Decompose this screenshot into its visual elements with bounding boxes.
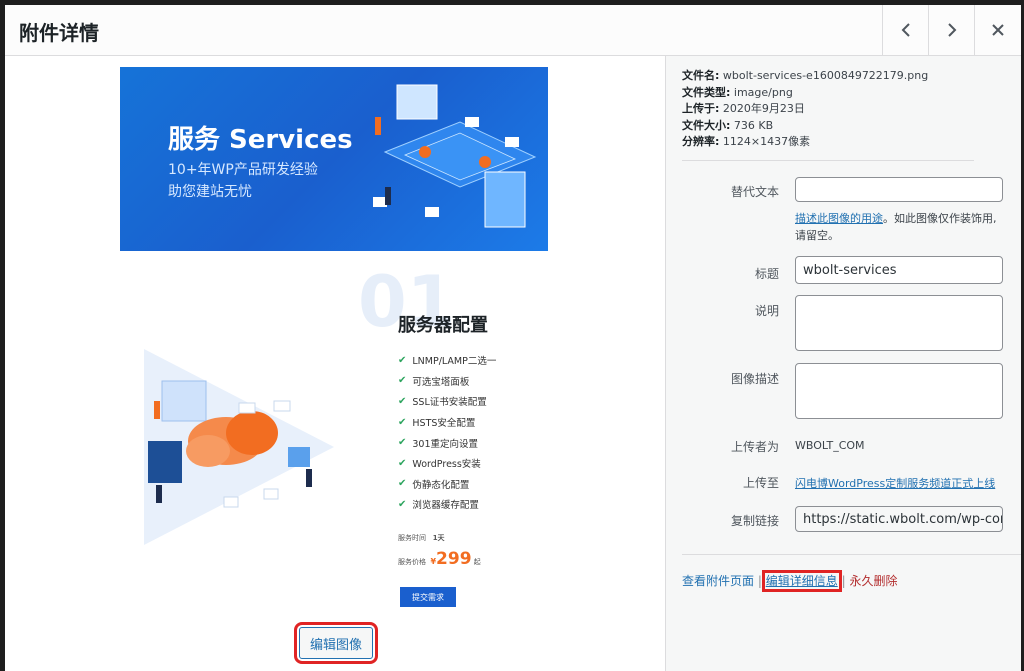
alt-text-label: 替代文本	[730, 185, 779, 199]
list-item: ✔ 伪静态化配置	[398, 478, 470, 491]
alt-text-input[interactable]	[795, 177, 1003, 202]
file-type-row: 文件类型: image/png	[682, 85, 793, 99]
close-icon	[992, 24, 1004, 36]
section-title: 服务器配置	[398, 315, 488, 336]
preview-banner: 服务 Services 10+年WP产品研发经验 助您建站无忧	[120, 67, 548, 251]
chevron-right-icon	[948, 23, 957, 37]
title-label: 标题	[754, 267, 779, 281]
uploaded-to-link[interactable]: 闪电博WordPress定制服务频道正式上线	[795, 475, 995, 491]
uploaded-by-value: WBOLT_COM	[795, 439, 865, 452]
uploaded-by-label: 上传者为	[730, 440, 779, 454]
previous-button[interactable]	[882, 5, 929, 55]
modal-header: 附件详情	[5, 5, 1021, 56]
file-size-row: 文件大小: 736 KB	[682, 118, 774, 132]
alt-text-help: 描述此图像的用途。如此图像仅作装饰用,请留空。	[795, 212, 997, 242]
title-input[interactable]: wbolt-services	[795, 256, 1003, 284]
file-meta: 文件名: wbolt-services-e1600849722179.png 文…	[682, 68, 928, 151]
price-block: 服务时间 1天 服务价格 ¥299 起	[398, 533, 481, 569]
list-item: ✔ SSL证书安装配置	[398, 395, 487, 409]
attachment-actions: 查看附件页面 | 编辑详细信息 | 永久删除	[682, 570, 897, 592]
check-icon: ✔	[398, 437, 407, 449]
caption-textarea[interactable]	[795, 295, 1003, 351]
list-item: ✔ HSTS安全配置	[398, 416, 476, 430]
edit-details-link[interactable]: 编辑详细信息	[761, 570, 842, 592]
banner-line-1: 10+年WP产品研发经验	[168, 162, 318, 178]
check-icon: ✔	[398, 375, 407, 387]
banner-line-2: 助您建站无忧	[168, 184, 252, 200]
view-attachment-page-link[interactable]: 查看附件页面	[682, 574, 754, 588]
file-name-row: 文件名: wbolt-services-e1600849722179.png	[682, 69, 929, 82]
separator: |	[841, 574, 846, 588]
attachment-details-modal: 附件详情 服务 Services 10+年WP产品研发经验 助您建站无忧 01 …	[5, 5, 1021, 671]
submit-request-button: 提交需求	[400, 587, 456, 607]
actions-divider	[682, 554, 1021, 555]
uploaded-to-label: 上传至	[742, 476, 779, 490]
check-icon: ✔	[398, 354, 407, 366]
delete-permanently-link[interactable]: 永久删除	[849, 574, 897, 588]
uploaded-row: 上传于: 2020年9月23日	[682, 102, 805, 115]
next-button[interactable]	[928, 5, 975, 55]
close-button[interactable]	[974, 5, 1021, 55]
server-illustration	[144, 349, 334, 545]
check-icon: ✔	[398, 395, 407, 407]
meta-divider	[682, 160, 974, 161]
list-item: ✔ 301重定向设置	[398, 437, 479, 450]
check-icon: ✔	[398, 457, 407, 469]
list-item: ✔ 浏览器缓存配置	[398, 498, 479, 512]
description-label: 图像描述	[730, 372, 779, 386]
chevron-left-icon	[901, 23, 910, 37]
copy-link-input[interactable]: https://static.wbolt.com/wp-content/uplo…	[795, 506, 1003, 532]
check-icon: ✔	[398, 416, 407, 428]
check-icon: ✔	[398, 498, 407, 510]
list-item: ✔ 可选宝塔面板	[398, 375, 470, 388]
alt-help-link[interactable]: 描述此图像的用途	[795, 212, 883, 225]
preview-pane: 服务 Services 10+年WP产品研发经验 助您建站无忧 01 服务器配置…	[5, 56, 665, 671]
edit-image-button[interactable]: 编辑图像	[294, 622, 378, 664]
details-sidebar: 文件名: wbolt-services-e1600849722179.png 文…	[665, 56, 1021, 671]
banner-title: 服务 Services	[168, 125, 353, 155]
copy-link-label: 复制链接	[730, 514, 779, 528]
service-price: 服务价格 ¥299 起	[398, 549, 481, 569]
list-item: ✔ LNMP/LAMP二选一	[398, 354, 497, 368]
caption-label: 说明	[754, 304, 779, 318]
separator: |	[757, 574, 762, 588]
service-time: 服务时间 1天	[398, 534, 445, 542]
list-item: ✔ WordPress安装	[398, 457, 481, 471]
resolution-row: 分辨率: 1124×1437像素	[682, 135, 811, 148]
image-preview: 服务 Services 10+年WP产品研发经验 助您建站无忧 01 服务器配置…	[120, 67, 548, 616]
platform-illustration	[373, 84, 537, 228]
check-icon: ✔	[398, 478, 407, 490]
description-textarea[interactable]	[795, 363, 1003, 419]
feature-list: ✔ LNMP/LAMP二选一 ✔ 可选宝塔面板 ✔ SSL证书安装配置 ✔ HSTS安全…	[398, 350, 496, 515]
modal-title: 附件详情	[19, 21, 99, 45]
